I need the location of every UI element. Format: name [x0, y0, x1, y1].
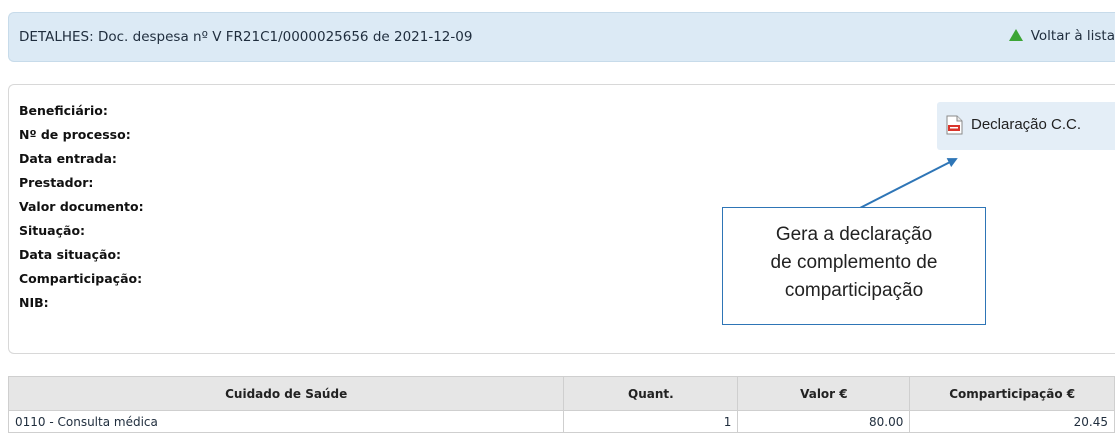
table-header-row: Cuidado de Saúde Quant. Valor € Comparti… — [7, 376, 1115, 411]
back-to-list-link[interactable]: Voltar à lista — [1008, 28, 1115, 44]
callout-line-2: de complemento de — [770, 252, 938, 273]
field-valor-documento: Valor documento: — [19, 199, 144, 214]
column-header-valor[interactable]: Valor € — [737, 376, 911, 411]
column-header-quantidade[interactable]: Quant. — [563, 376, 739, 411]
field-beneficiario: Beneficiário: — [19, 103, 108, 118]
field-prestador: Prestador: — [19, 175, 94, 190]
annotation-callout: Gera a declaração de complemento de comp… — [722, 207, 986, 325]
column-header-cuidado[interactable]: Cuidado de Saúde — [7, 376, 565, 411]
column-header-comparticipacao[interactable]: Comparticipação € — [909, 376, 1115, 411]
field-comparticipacao: Comparticipação: — [19, 271, 143, 286]
cell-comparticipacao: 20.45 — [909, 410, 1115, 433]
field-numero-processo: Nº de processo: — [19, 127, 131, 142]
care-table: Cuidado de Saúde Quant. Valor € Comparti… — [7, 376, 1115, 433]
callout-line-1: Gera a declaração — [775, 224, 933, 245]
callout-line-3: comparticipação — [784, 280, 924, 301]
field-situacao: Situação: — [19, 223, 86, 238]
pdf-file-icon — [946, 115, 963, 135]
table-row[interactable]: 0110 - Consulta médica 1 80.00 20.45 — [7, 410, 1115, 433]
triangle-up-icon — [1008, 29, 1023, 41]
field-data-entrada: Data entrada: — [19, 151, 117, 166]
declaration-cc-label: Declaração C.C. — [971, 116, 1082, 133]
cell-cuidado: 0110 - Consulta médica — [7, 410, 565, 433]
cell-quantidade: 1 — [563, 410, 739, 433]
field-data-situacao: Data situação: — [19, 247, 122, 262]
page-title: DETALHES: Doc. despesa nº V FR21C1/00000… — [19, 29, 473, 45]
details-header: DETALHES: Doc. despesa nº V FR21C1/00000… — [8, 12, 1115, 62]
field-nib: NIB: — [19, 295, 49, 310]
back-to-list-label: Voltar à lista — [1030, 28, 1115, 44]
declaration-cc-button[interactable]: Declaração C.C. — [937, 102, 1115, 150]
cell-valor: 80.00 — [737, 410, 911, 433]
